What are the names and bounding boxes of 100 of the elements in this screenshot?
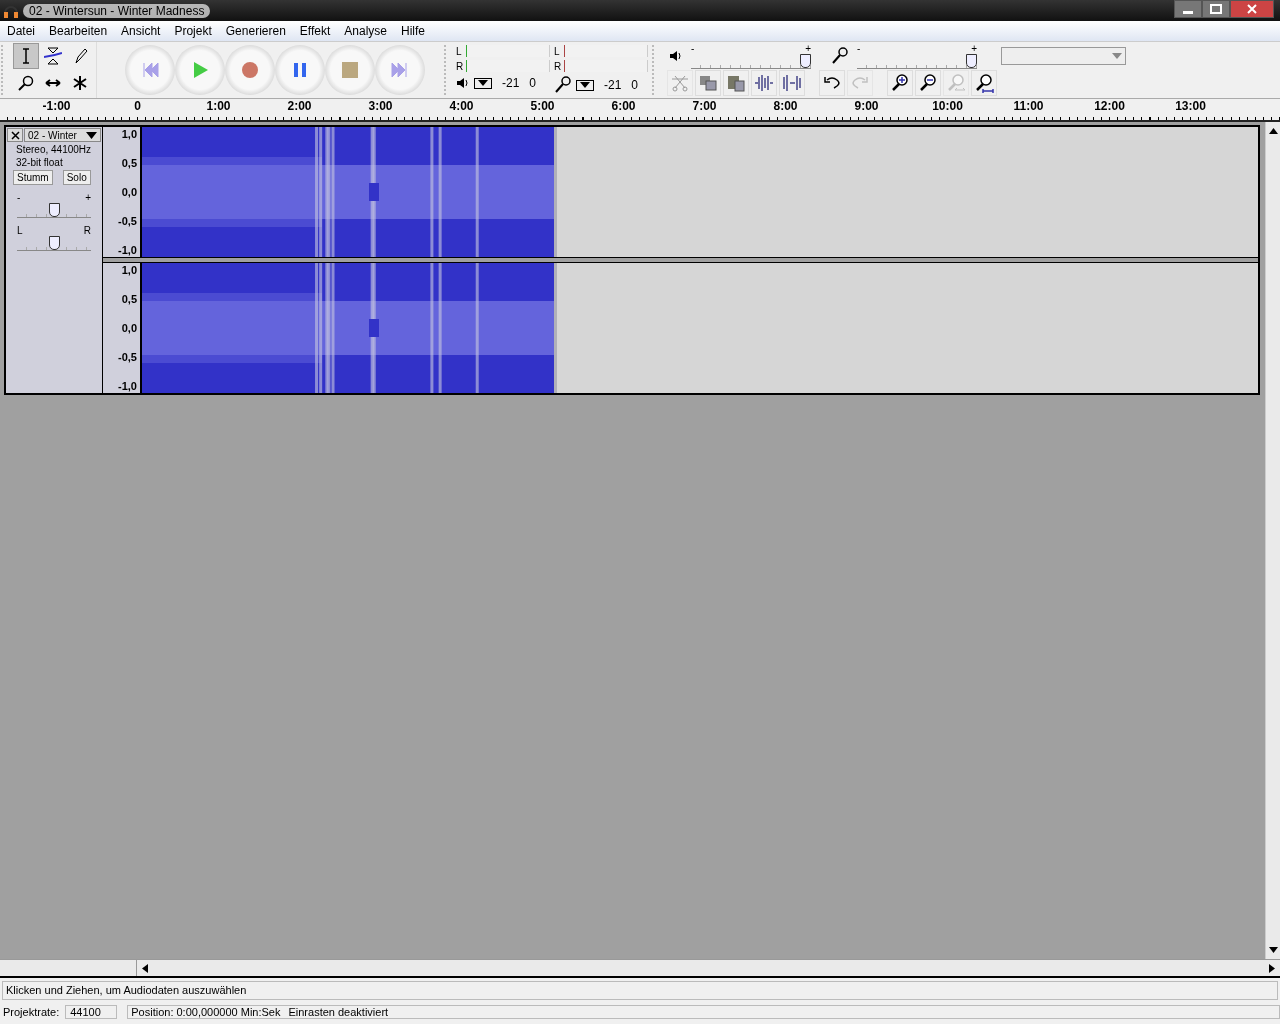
amplitude-label: 1,0 (121, 128, 137, 140)
record-button[interactable] (225, 45, 275, 95)
stop-icon (340, 60, 360, 80)
caret-icon (478, 80, 488, 86)
select-tool-button[interactable] (13, 43, 39, 69)
maximize-button[interactable] (1202, 0, 1230, 18)
minimize-button[interactable] (1174, 0, 1202, 18)
restore-icon (1210, 4, 1222, 14)
slider-max-label: + (971, 43, 977, 54)
meter-dropdown-button[interactable] (474, 77, 492, 89)
position-text: Position: 0:00,000000 Min:Sek (131, 1006, 281, 1018)
zoom-out-button[interactable] (915, 70, 941, 96)
track-toggle-button[interactable]: Stumm (13, 170, 53, 185)
track-info-text: Stereo, 44100Hz (15, 144, 93, 155)
input-source-dropdown[interactable] (1001, 47, 1126, 65)
close-icon (10, 130, 20, 140)
amplitude-label: 0,5 (121, 293, 137, 305)
channel-label: L (456, 45, 463, 57)
speaker-icon (456, 76, 470, 90)
time-label: 12:00 (1093, 99, 1126, 115)
timeline-ruler[interactable]: -1:00 0 1:00 2:00 3:00 4:00 5:00 6:00 7:00 8:00 9:00 10:00 11:00 12:00 13:00 (0, 99, 1280, 122)
project-rate-label: Projektrate: (3, 1006, 60, 1018)
menu-item[interactable]: Projekt (174, 24, 212, 38)
time-label: 3:00 (367, 99, 394, 115)
track-name-menu[interactable]: 02 - Winter (24, 128, 101, 142)
menu-item[interactable]: Bearbeiten (49, 24, 108, 38)
window-title: 02 - Wintersun - Winter Madness (23, 3, 211, 18)
fit-project-icon (974, 73, 994, 93)
amplitude-label: 0,0 (121, 322, 137, 334)
menu-item[interactable]: Effekt (299, 24, 331, 38)
menu-item[interactable]: Generieren (225, 24, 286, 38)
caret-icon (1112, 53, 1122, 59)
amplitude-label: 1,0 (121, 264, 137, 276)
time-label: 5:00 (529, 99, 556, 115)
channel-label: R (554, 60, 562, 72)
fit-project-button[interactable] (971, 70, 997, 96)
time-label: 4:00 (448, 99, 475, 115)
slider-thumb[interactable] (966, 53, 977, 68)
menu-item[interactable]: Analyse (344, 24, 387, 38)
project-rate-field[interactable]: 44100 (65, 1005, 118, 1019)
undo-button[interactable] (819, 70, 845, 96)
track-info-text: 32-bit float (15, 157, 64, 168)
time-label: -1:00 (41, 99, 72, 115)
record-icon (240, 60, 260, 80)
skip-to-start-button[interactable] (125, 45, 175, 95)
amplitude-label: 0,0 (121, 186, 137, 198)
paste-icon (726, 73, 746, 93)
envelope-tool-icon (44, 47, 62, 65)
meter-scale-label: -21 (604, 78, 622, 92)
amplitude-label: -1,0 (118, 244, 137, 256)
microphone-icon (554, 76, 572, 94)
amplitude-label: -1,0 (118, 380, 137, 392)
trim-button[interactable] (751, 70, 777, 96)
close-button[interactable] (1230, 0, 1274, 18)
meter-dropdown-button[interactable] (576, 79, 594, 91)
scroll-up-icon[interactable] (1268, 128, 1278, 134)
time-label: 1:00 (205, 99, 232, 115)
zoom-tool-icon (17, 74, 35, 92)
time-label: 0 (133, 99, 142, 115)
caret-icon (86, 131, 97, 139)
zoom-out-icon (918, 73, 938, 93)
paste-button[interactable] (723, 70, 749, 96)
caret-icon (580, 82, 590, 88)
copy-button[interactable] (695, 70, 721, 96)
track-toggle-button[interactable]: Solo (62, 170, 91, 185)
trim-icon (754, 73, 774, 93)
speaker-icon (669, 49, 683, 63)
slider-max-label: R (83, 226, 91, 236)
menu-item[interactable]: Ansicht (121, 24, 161, 38)
amplitude-label: 0,5 (121, 157, 137, 169)
menu-item[interactable]: Datei (7, 24, 35, 38)
close-icon (1247, 4, 1257, 14)
silence-icon (782, 73, 802, 93)
slider-thumb[interactable] (48, 236, 60, 250)
vertical-scrollbar[interactable] (1265, 122, 1280, 959)
cut-icon (670, 73, 690, 93)
zoom-in-button[interactable] (887, 70, 913, 96)
slider-thumb[interactable] (48, 203, 60, 217)
channel-label: R (456, 60, 464, 72)
slider-min-label: - (691, 43, 695, 54)
multi-tool-icon (71, 74, 89, 92)
time-label: 9:00 (853, 99, 880, 115)
time-label: 10:00 (931, 99, 964, 115)
slider-thumb[interactable] (800, 53, 811, 68)
slider-max-label: + (805, 43, 811, 54)
amplitude-label: -0,5 (118, 215, 137, 227)
pause-button[interactable] (275, 45, 325, 95)
amplitude-label: -0,5 (118, 351, 137, 363)
time-label: 2:00 (286, 99, 313, 115)
scroll-down-icon[interactable] (1268, 947, 1278, 953)
zoom-in-icon (890, 73, 910, 93)
snap-status-text: Einrasten deaktiviert (288, 1006, 389, 1018)
slider-min-label: - (857, 43, 861, 54)
time-label: 7:00 (691, 99, 718, 115)
scroll-right-icon[interactable] (1269, 963, 1275, 973)
menu-item[interactable]: Hilfe (401, 24, 425, 38)
skip-to-end-icon (390, 60, 410, 80)
scroll-left-icon[interactable] (142, 963, 148, 973)
slider-min-label: L (17, 226, 23, 236)
silence-button[interactable] (779, 70, 805, 96)
